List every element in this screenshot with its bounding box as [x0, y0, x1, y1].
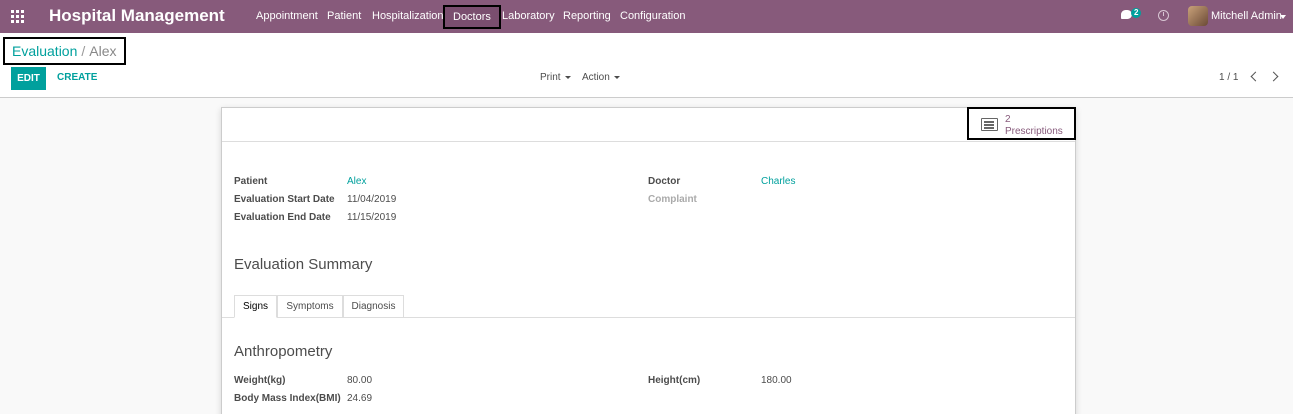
menu-laboratory[interactable]: Laboratory: [502, 10, 555, 22]
end-date-value: 11/15/2019: [347, 212, 397, 223]
chat-count-badge: 2: [1131, 8, 1142, 18]
action-dropdown[interactable]: Action: [582, 72, 620, 83]
menu-hospitalization[interactable]: Hospitalization: [372, 10, 444, 22]
breadcrumb-separator: /: [81, 43, 86, 59]
top-navbar: Hospital Management Appointment Patient …: [0, 0, 1293, 33]
doctor-label: Doctor: [648, 176, 681, 187]
chevron-down-icon[interactable]: [1280, 15, 1286, 19]
menu-doctors[interactable]: Doctors: [443, 5, 501, 29]
breadcrumb-parent-link[interactable]: Evaluation: [12, 43, 77, 59]
create-button[interactable]: CREATE: [57, 72, 97, 83]
chevron-left-icon[interactable]: [1250, 71, 1261, 82]
height-value: 180.00: [761, 375, 792, 386]
activity-clock-icon[interactable]: [1158, 10, 1169, 21]
breadcrumb: Evaluation / Alex: [3, 37, 126, 65]
end-date-label: Evaluation End Date: [234, 212, 331, 223]
tab-signs[interactable]: Signs: [234, 295, 277, 318]
patient-link[interactable]: Alex: [347, 176, 366, 187]
avatar[interactable]: [1188, 6, 1208, 26]
breadcrumb-current: Alex: [89, 43, 117, 59]
anthropometry-title: Anthropometry: [234, 343, 333, 360]
evaluation-summary-title: Evaluation Summary: [234, 256, 373, 273]
chevron-down-icon: [564, 75, 571, 79]
bmi-value: 24.69: [347, 393, 373, 404]
start-date-value: 11/04/2019: [347, 194, 397, 205]
edit-button[interactable]: EDIT: [11, 67, 46, 90]
control-panel: Evaluation / Alex EDIT CREATE Print Action…: [0, 33, 1293, 98]
chevron-right-icon[interactable]: [1268, 71, 1279, 82]
form-sheet: 2 Prescriptions Patient Alex Evaluation …: [221, 107, 1076, 414]
print-dropdown[interactable]: Print: [540, 72, 571, 83]
button-box: 2 Prescriptions: [222, 107, 1076, 142]
pager-value[interactable]: 1 / 1: [1219, 72, 1238, 83]
user-menu-name[interactable]: Mitchell Admin: [1211, 10, 1282, 22]
height-label: Height(cm): [648, 375, 701, 386]
menu-patient[interactable]: Patient: [327, 10, 361, 22]
patient-label: Patient: [234, 176, 268, 187]
menu-appointment[interactable]: Appointment: [256, 10, 318, 22]
chevron-down-icon: [613, 75, 620, 79]
apps-grid-icon[interactable]: [11, 10, 25, 24]
list-icon: [981, 118, 998, 131]
prescriptions-smart-button[interactable]: 2 Prescriptions: [967, 107, 1076, 140]
app-brand[interactable]: Hospital Management: [49, 6, 225, 26]
print-label: Print: [540, 72, 561, 83]
tab-diagnosis[interactable]: Diagnosis: [343, 295, 404, 318]
start-date-label: Evaluation Start Date: [234, 194, 335, 205]
weight-label: Weight(kg): [234, 375, 286, 386]
menu-reporting[interactable]: Reporting: [563, 10, 611, 22]
action-label: Action: [582, 72, 610, 83]
menu-configuration[interactable]: Configuration: [620, 10, 685, 22]
tab-symptoms[interactable]: Symptoms: [277, 295, 343, 318]
prescriptions-count: 2: [1005, 114, 1011, 125]
doctor-link[interactable]: Charles: [761, 176, 795, 187]
weight-value: 80.00: [347, 375, 373, 386]
complaint-label: Complaint: [648, 194, 697, 205]
prescriptions-label: Prescriptions: [1005, 126, 1063, 137]
bmi-label: Body Mass Index(BMI): [234, 393, 341, 404]
